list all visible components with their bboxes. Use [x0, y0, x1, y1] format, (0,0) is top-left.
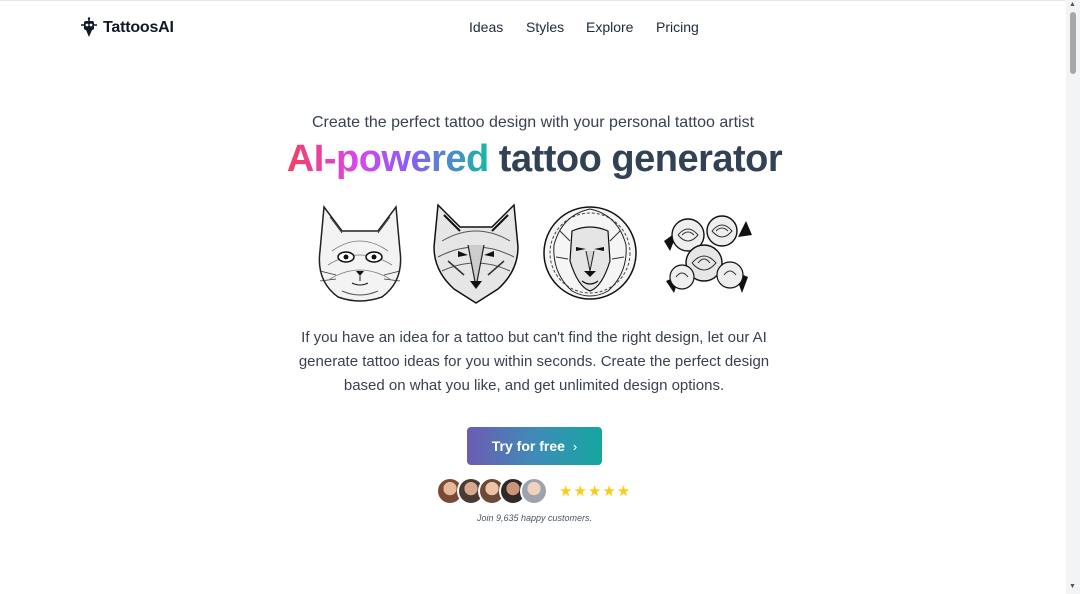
- site-header: TattoosAI Ideas Styles Explore Pricing: [0, 1, 1066, 55]
- hero-headline: AI-powered tattoo generator: [0, 138, 1069, 181]
- chevron-right-icon: ›: [572, 438, 578, 454]
- social-proof-text: Join 9,635 happy customers.: [476, 513, 593, 523]
- lion-tattoo-image: [543, 206, 637, 300]
- try-for-free-button[interactable]: Try for free ›: [467, 427, 602, 465]
- landing-page: TattoosAI Ideas Styles Explore Pricing C…: [0, 0, 1066, 594]
- headline-accent: AI-powered: [286, 138, 489, 180]
- page-scrollbar[interactable]: ▲ ▼: [1066, 0, 1080, 594]
- scrollbar-thumb[interactable]: [1070, 12, 1076, 74]
- hero-subtitle: Create the perfect tattoo design with yo…: [311, 114, 755, 131]
- cta-label: Try for free: [491, 438, 565, 454]
- robot-icon: [81, 17, 97, 37]
- nav-styles[interactable]: Styles: [526, 19, 564, 35]
- wolf-tattoo-image: [433, 203, 519, 304]
- roses-tattoo-image: [664, 215, 752, 293]
- brand-logo[interactable]: TattoosAI: [78, 17, 174, 39]
- headline-rest: tattoo generator: [488, 138, 783, 180]
- customer-avatars: [436, 477, 556, 505]
- nav-explore[interactable]: Explore: [586, 19, 633, 35]
- avatar: [520, 477, 548, 505]
- scroll-up-icon[interactable]: ▲: [1069, 1, 1076, 8]
- nav-ideas[interactable]: Ideas: [469, 19, 503, 35]
- star-rating: ★★★★★: [559, 483, 632, 500]
- tattoo-gallery: [312, 201, 762, 305]
- cat-tattoo-image: [318, 204, 402, 302]
- nav-pricing[interactable]: Pricing: [656, 19, 699, 35]
- hero-description: If you have an idea for a tattoo but can…: [298, 329, 770, 394]
- scroll-down-icon[interactable]: ▼: [1069, 583, 1076, 590]
- brand-name: TattoosAI: [103, 19, 174, 36]
